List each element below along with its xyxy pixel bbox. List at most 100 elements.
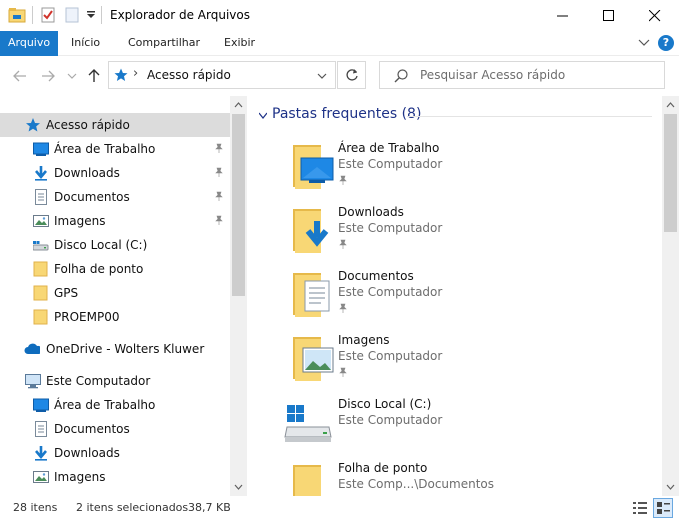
file-explorer-icon[interactable] (8, 7, 26, 23)
close-button[interactable] (632, 0, 678, 31)
scroll-down-icon[interactable] (234, 484, 243, 490)
nav-item-pc-area-de-trabalho[interactable]: Área de Trabalho (0, 393, 230, 417)
nav-item-imagens[interactable]: Imagens (0, 209, 230, 233)
address-bar[interactable]: › Acesso rápido (108, 61, 336, 89)
tile-folha-de-ponto[interactable]: Folha de ponto Este Comp...\Documentos (283, 461, 643, 496)
scroll-up-icon[interactable] (666, 102, 675, 108)
forward-button[interactable] (38, 66, 58, 86)
folder-icon (33, 309, 48, 325)
new-folder-icon[interactable] (64, 7, 80, 23)
pictures-icon (33, 471, 49, 483)
arrow-up-icon (88, 69, 100, 82)
folder-icon (293, 465, 321, 496)
properties-icon[interactable] (40, 7, 56, 23)
maximize-button[interactable] (586, 0, 632, 31)
window-title: Explorador de Arquivos (110, 8, 250, 22)
pin-icon (339, 367, 347, 377)
details-view-icon[interactable] (633, 501, 647, 515)
item-count: 28 itens (13, 501, 58, 514)
pictures-icon (33, 215, 49, 227)
tab-compartilhar[interactable]: Compartilhar (128, 31, 200, 56)
nav-item-downloads[interactable]: Downloads (0, 161, 230, 185)
nav-item-disco-local[interactable]: Disco Local (C:) (0, 233, 230, 257)
selection-size: 38,7 KB (188, 501, 231, 514)
desktop-folder-icon (293, 145, 334, 189)
search-box[interactable]: Pesquisar Acesso rápido (379, 61, 665, 89)
tiles-view-icon (657, 502, 670, 514)
folder-icon (33, 285, 48, 301)
computer-icon (25, 374, 41, 389)
nav-item-onedrive[interactable]: OneDrive - Wolters Kluwer (0, 337, 230, 361)
tile-area-de-trabalho[interactable]: Área de Trabalho Este Computador (283, 141, 643, 203)
group-divider (407, 116, 652, 117)
download-icon (35, 166, 47, 181)
tab-exibir[interactable]: Exibir (224, 31, 255, 56)
collapse-group-icon[interactable] (259, 111, 267, 121)
nav-item-pc-documentos[interactable]: Documentos (0, 417, 230, 441)
nav-item-area-de-trabalho[interactable]: Área de Trabalho (0, 137, 230, 161)
address-dropdown-icon[interactable] (317, 72, 327, 80)
drive-icon (33, 241, 49, 251)
search-icon (394, 69, 408, 83)
refresh-icon (345, 69, 358, 81)
up-button[interactable] (84, 66, 104, 86)
selection-count: 2 itens selecionados (76, 501, 189, 514)
navigation-scrollbar[interactable] (230, 96, 247, 496)
pin-icon (339, 303, 347, 313)
pin-icon[interactable] (214, 191, 224, 201)
search-input[interactable]: Pesquisar Acesso rápido (420, 68, 565, 82)
quick-access-star-icon (114, 68, 128, 81)
group-header[interactable]: Pastas frequentes (8) (272, 106, 421, 122)
scroll-down-icon[interactable] (666, 484, 675, 490)
customize-toolbar-icon[interactable] (86, 11, 96, 19)
minimize-button[interactable] (540, 0, 586, 31)
nav-item-proemp00[interactable]: PROEMP00 (0, 305, 230, 329)
content-scroll-thumb[interactable] (664, 114, 677, 232)
document-icon (35, 189, 47, 205)
pin-icon (339, 239, 347, 249)
tile-documentos[interactable]: Documentos Este Computador (283, 269, 643, 331)
chevron-down-icon (67, 73, 77, 79)
nav-item-pc-imagens[interactable]: Imagens (0, 465, 230, 489)
help-button[interactable]: ? (658, 35, 674, 51)
tiles-view-button[interactable] (653, 498, 673, 518)
title-bar: Explorador de Arquivos (0, 0, 679, 31)
ribbon-tabs: Arquivo Início Compartilhar Exibir ? (0, 31, 679, 56)
tab-inicio[interactable]: Início (71, 31, 100, 56)
star-icon (26, 118, 40, 132)
local-disk-icon (284, 405, 332, 442)
tile-imagens[interactable]: Imagens Este Computador (283, 333, 643, 395)
tab-arquivo[interactable]: Arquivo (0, 31, 59, 56)
nav-item-gps[interactable]: GPS (0, 281, 230, 305)
pin-icon[interactable] (214, 167, 224, 177)
nav-item-este-computador[interactable]: Este Computador (0, 369, 230, 393)
content-scrollbar[interactable] (662, 96, 679, 496)
desktop-icon (33, 142, 49, 156)
close-icon (649, 9, 661, 21)
arrow-right-icon (42, 70, 55, 82)
nav-item-pc-downloads[interactable]: Downloads (0, 441, 230, 465)
status-bar: 28 itens 2 itens selecionados 38,7 KB (0, 496, 679, 520)
cloud-icon (24, 343, 40, 354)
nav-item-documentos[interactable]: Documentos (0, 185, 230, 209)
recent-locations-button[interactable] (62, 66, 82, 86)
address-current[interactable]: Acesso rápido (147, 68, 231, 82)
tile-downloads[interactable]: Downloads Este Computador (283, 205, 643, 267)
nav-item-acesso-rapido[interactable]: Acesso rápido (0, 113, 230, 137)
back-button[interactable] (10, 66, 30, 86)
pin-icon[interactable] (214, 215, 224, 225)
tile-disco-local[interactable]: Disco Local (C:) Este Computador (283, 397, 643, 459)
navigation-scroll-thumb[interactable] (232, 114, 245, 296)
content-pane: Pastas frequentes (8) Área de Trabalho E… (255, 96, 662, 496)
document-icon (35, 421, 47, 437)
address-separator[interactable]: › (133, 66, 138, 81)
pin-icon[interactable] (214, 143, 224, 153)
pictures-folder-icon (293, 337, 334, 381)
refresh-button[interactable] (337, 61, 366, 89)
documents-folder-icon (293, 273, 330, 317)
nav-item-folha-de-ponto[interactable]: Folha de ponto (0, 257, 230, 281)
maximize-icon (603, 9, 614, 21)
scroll-up-icon[interactable] (234, 102, 243, 108)
arrow-left-icon (13, 70, 26, 82)
expand-ribbon-icon[interactable] (638, 39, 650, 47)
